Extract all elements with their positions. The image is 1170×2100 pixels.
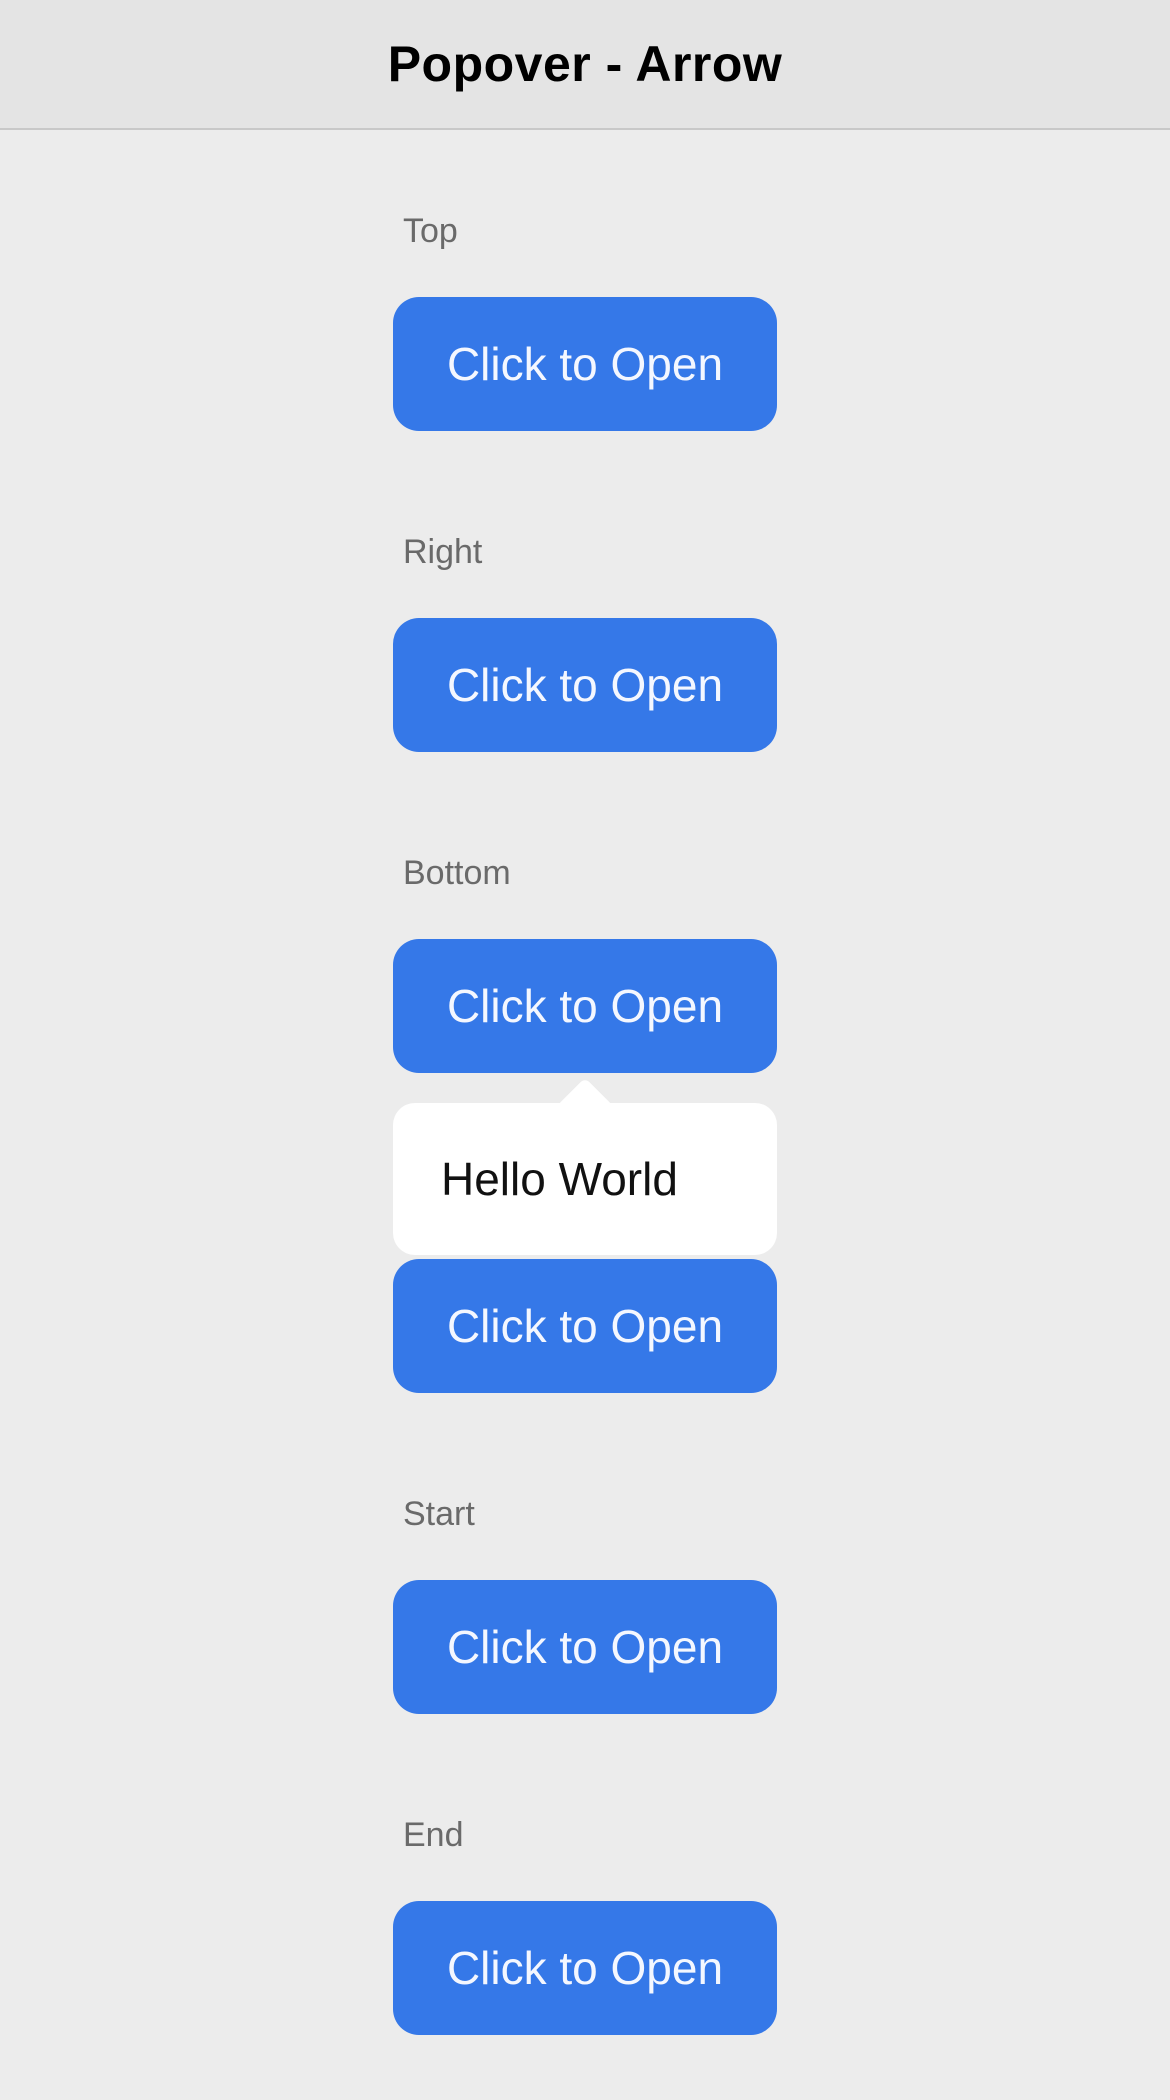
popover: Hello World: [393, 1103, 777, 1255]
section-label-bottom: Bottom: [403, 854, 511, 892]
popover-content: Hello World: [441, 1153, 678, 1205]
open-button-right[interactable]: Click to Open: [393, 618, 777, 752]
open-button-end[interactable]: Click to Open: [393, 1901, 777, 2035]
section-label-top: Top: [403, 212, 458, 250]
page-title: Popover - Arrow: [387, 36, 783, 92]
section-label-start: Start: [403, 1495, 475, 1533]
open-button-bottom[interactable]: Click to Open: [393, 939, 777, 1073]
open-button-top[interactable]: Click to Open: [393, 297, 777, 431]
section-label-end: End: [403, 1816, 464, 1854]
open-button-center[interactable]: Click to Open: [393, 1259, 777, 1393]
section-label-right: Right: [403, 533, 483, 571]
toolbar: Popover - Arrow: [0, 0, 1170, 130]
popover-arrow: [557, 1074, 613, 1106]
open-button-start[interactable]: Click to Open: [393, 1580, 777, 1714]
